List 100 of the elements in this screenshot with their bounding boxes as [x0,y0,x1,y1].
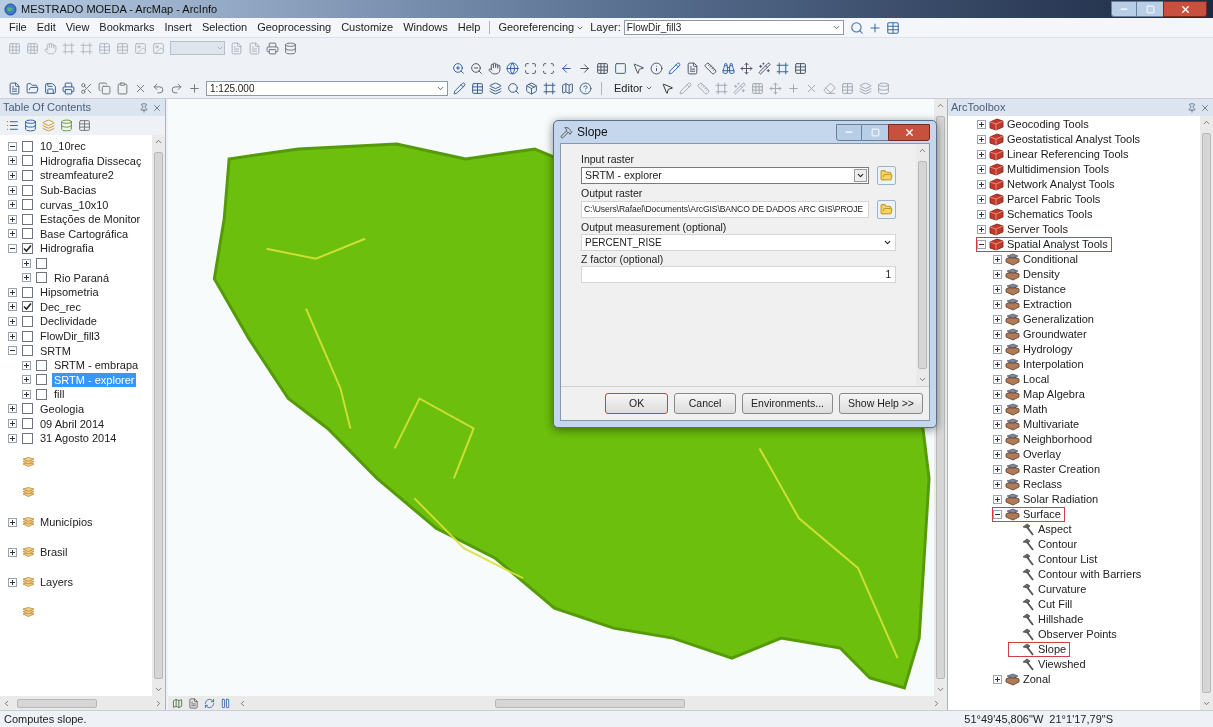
expand-toggle[interactable] [8,404,17,414]
toolbox-item[interactable]: Viewshed [1038,658,1086,671]
menu-item[interactable]: Windows [398,19,453,36]
expand-toggle[interactable] [993,675,1002,684]
toolbox-item[interactable]: Observer Points [1038,628,1117,641]
printer-icon[interactable] [62,81,75,95]
menu-item[interactable]: Geoprocessing [252,19,337,36]
toolbox-item[interactable]: Neighborhood [1023,433,1093,446]
expand-toggle[interactable] [22,375,31,385]
layer-name[interactable]: Dec_rec [38,299,83,314]
menu-item[interactable]: Selection [196,19,253,36]
toolbox-item[interactable]: Contour List [1038,553,1098,566]
expand-toggle[interactable] [8,185,17,195]
clear-selection-icon[interactable] [614,61,627,75]
expand-toggle[interactable] [8,156,17,166]
add-data-icon[interactable] [188,81,201,95]
layer-name[interactable]: fill [52,387,67,402]
toolbox-item[interactable]: Groundwater [1023,328,1087,341]
menu-item[interactable]: Help [452,19,486,36]
layer-checkbox[interactable] [36,257,47,269]
maximize-button[interactable] [1137,1,1163,17]
expand-toggle[interactable] [977,120,986,129]
layer-checkbox[interactable] [22,432,33,444]
expand-toggle[interactable] [8,141,17,151]
print-icon[interactable] [266,41,279,55]
toolbox-item[interactable]: Local [1023,373,1050,386]
expand-toggle[interactable] [8,171,17,180]
toolbox-item[interactable]: Cut Fill [1038,598,1073,611]
data-view-icon[interactable] [172,697,183,709]
expand-toggle[interactable] [8,200,17,210]
info-icon[interactable] [650,61,663,75]
toolbox-item[interactable]: Parcel Fabric Tools [1007,193,1101,206]
toolbox-item[interactable]: Zonal [1023,673,1051,686]
close-button[interactable] [888,123,930,141]
menu-item[interactable]: Customize [336,19,399,36]
pin-icon[interactable] [1187,102,1197,113]
close-icon[interactable] [1200,102,1210,113]
toolbox-item[interactable]: Server Tools [1007,223,1068,236]
layer-checkbox[interactable] [22,170,33,181]
georef-tools-icon[interactable] [849,20,864,35]
layer-checkbox[interactable] [36,272,47,284]
toolbox-item[interactable]: Solar Radiation [1023,493,1099,506]
expand-toggle[interactable] [8,316,17,326]
layer-dropdown[interactable]: FlowDir_fill3 [623,20,844,35]
output-raster-field[interactable]: C:\Users\Rafael\Documents\ArcGIS\BANCO DE DADOS ARC GIS\PROJE [581,201,869,218]
data-frame-name[interactable]: Brasil [40,544,68,561]
expand-toggle[interactable] [993,300,1002,309]
minimize-button[interactable] [836,123,862,141]
toolbox-item[interactable]: Overlay [1023,448,1061,461]
layer-checkbox[interactable] [22,301,33,313]
list-by-drawing-order-icon[interactable] [6,119,19,132]
horizontal-scrollbar[interactable] [0,696,165,710]
data-frame-name[interactable]: Municípios [40,514,93,531]
list-by-selection-icon[interactable] [60,119,73,132]
menu-item[interactable]: File [4,19,32,36]
measurement-dropdown[interactable]: PERCENT_RISE [581,234,896,251]
expand-toggle[interactable] [8,517,17,527]
layer-checkbox[interactable] [22,155,33,167]
expand-toggle[interactable] [8,287,17,297]
expand-toggle[interactable] [22,258,31,268]
close-icon[interactable] [152,102,162,113]
expand-toggle[interactable] [977,150,986,159]
toolbox-item[interactable]: Conditional [1023,253,1079,266]
fixed-zoom-icon[interactable] [542,61,555,75]
expand-toggle[interactable] [8,419,17,429]
georeferencing-menu[interactable]: Georeferencing [494,19,589,36]
toolbox-item[interactable]: Interpolation [1023,358,1084,371]
pan-icon[interactable] [488,61,501,75]
expand-toggle[interactable] [977,165,986,174]
expand-toggle[interactable] [977,225,986,234]
expand-toggle[interactable] [8,433,17,443]
toolbox-item[interactable]: Math [1023,403,1048,416]
editor-toolbar-icon[interactable] [453,81,466,95]
menu-item[interactable]: Edit [31,19,61,36]
copy-icon[interactable] [98,81,111,95]
dialog-button[interactable]: Show Help >> [839,393,923,414]
layer-name[interactable]: Base Cartográfica [38,226,131,241]
toolbox-item[interactable]: Network Analyst Tools [1007,178,1115,191]
zoom-out-icon[interactable] [470,61,483,75]
layer-checkbox[interactable] [22,345,33,357]
toolbox-item[interactable]: Geocoding Tools [1007,118,1089,131]
menu-item[interactable]: Insert [159,19,197,36]
measure-icon[interactable] [704,61,717,75]
expand-toggle[interactable] [8,547,17,557]
layer-name[interactable]: curvas_10x10 [38,197,111,212]
layer-checkbox[interactable] [36,359,47,371]
expand-toggle[interactable] [993,270,1002,279]
layer-name[interactable]: SRTM [38,343,73,358]
expand-toggle[interactable] [22,360,31,370]
layer-name[interactable]: Declividade [38,314,99,329]
help-icon[interactable] [579,81,592,95]
zoom-in-icon[interactable] [452,61,465,75]
expand-toggle[interactable] [993,360,1002,369]
refresh-icon[interactable] [204,697,215,709]
expand-toggle[interactable] [8,243,17,253]
table-icon[interactable] [471,81,484,95]
layer-checkbox[interactable] [22,199,33,211]
layer-checkbox[interactable] [22,403,33,415]
vertical-scrollbar[interactable] [1200,116,1213,710]
expand-toggle[interactable] [993,345,1002,354]
